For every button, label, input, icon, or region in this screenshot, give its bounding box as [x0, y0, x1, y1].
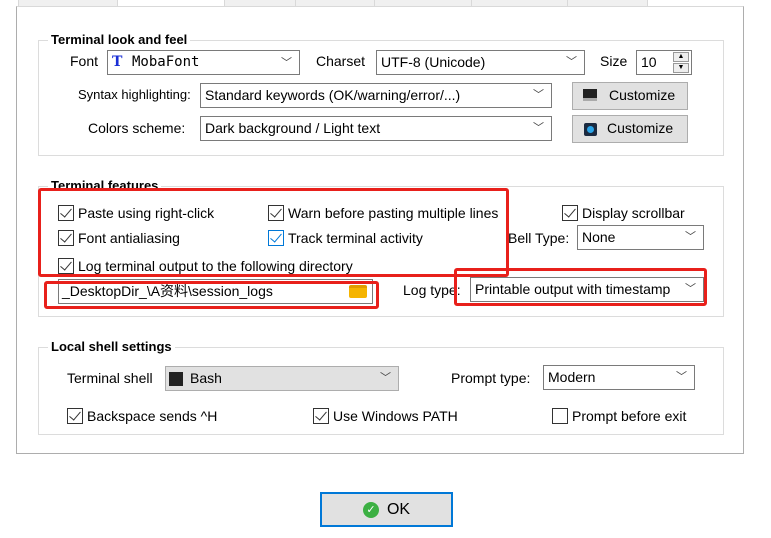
terminal-icon — [169, 372, 183, 386]
font-select[interactable]: T MobaFont ﹀ — [107, 50, 300, 75]
bell-type-label: Bell Type: — [508, 230, 570, 246]
syntax-value: Standard keywords (OK/warning/error/...) — [205, 87, 461, 103]
charset-label: Charset — [316, 53, 366, 69]
check-circle-icon: ✓ — [362, 501, 379, 518]
terminal-shell-select[interactable]: Bash ﹀ — [165, 366, 399, 391]
chevron-down-icon: ﹀ — [533, 122, 544, 134]
checkbox-unchecked-icon — [552, 408, 568, 424]
color-scheme-icon — [584, 123, 597, 136]
charset-select[interactable]: UTF-8 (Unicode) ﹀ — [376, 50, 585, 75]
spin-down-button[interactable]: ▼ — [673, 63, 689, 73]
checkbox-label: Use Windows PATH — [333, 408, 458, 424]
chevron-down-icon: ﹀ — [566, 56, 577, 68]
backspace-checkbox[interactable]: Backspace sends ^H — [67, 408, 217, 424]
checkbox-checked-icon — [67, 408, 83, 424]
chevron-down-icon: ﹀ — [676, 371, 687, 383]
font-icon: T — [112, 54, 123, 70]
button-label: Customize — [609, 87, 676, 103]
syntax-select[interactable]: Standard keywords (OK/warning/error/...)… — [200, 83, 552, 108]
checkbox-checked-icon — [562, 205, 578, 221]
chevron-down-icon: ﹀ — [281, 56, 292, 69]
checkbox-label: Display scrollbar — [582, 205, 685, 221]
prompt-type-value: Modern — [548, 369, 596, 385]
prompt-type-select[interactable]: Modern ﹀ — [543, 365, 695, 390]
prompt-type-label: Prompt type: — [451, 370, 531, 386]
log-type-label: Log type: — [403, 282, 461, 298]
colors-label: Colors scheme: — [88, 120, 186, 136]
size-input[interactable]: 10 ▲ ▼ — [636, 50, 692, 75]
customize-syntax-button[interactable]: Customize — [572, 82, 688, 110]
font-label: Font — [70, 53, 99, 69]
display-scrollbar-checkbox[interactable]: Display scrollbar — [562, 205, 685, 221]
windows-path-checkbox[interactable]: Use Windows PATH — [313, 408, 458, 424]
highlight-box — [38, 188, 509, 277]
highlight-box — [454, 268, 707, 306]
bell-type-value: None — [582, 229, 616, 245]
colors-value: Dark background / Light text — [205, 120, 381, 136]
bell-type-select[interactable]: None ﹀ — [577, 225, 704, 250]
highlight-box — [44, 281, 379, 309]
font-value: MobaFont — [132, 54, 200, 70]
chevron-down-icon: ﹀ — [685, 231, 696, 243]
prompt-before-exit-checkbox[interactable]: Prompt before exit — [552, 408, 686, 424]
ok-button[interactable]: ✓ OK — [320, 492, 453, 527]
checkbox-label: Backspace sends ^H — [87, 408, 218, 424]
button-label: Customize — [607, 120, 674, 136]
palette-icon — [583, 89, 597, 101]
group-title: Local shell settings — [48, 339, 175, 355]
group-title: Terminal look and feel — [48, 32, 191, 48]
customize-colors-button[interactable]: Customize — [572, 115, 688, 143]
chevron-down-icon: ﹀ — [380, 372, 391, 384]
ok-label: OK — [386, 500, 411, 518]
terminal-shell-value: Bash — [190, 370, 222, 386]
checkbox-label: Prompt before exit — [572, 408, 687, 424]
size-label: Size — [600, 53, 628, 69]
spin-up-button[interactable]: ▲ — [673, 52, 689, 62]
charset-value: UTF-8 (Unicode) — [381, 54, 486, 70]
chevron-down-icon: ﹀ — [533, 89, 544, 101]
syntax-label: Syntax highlighting: — [78, 87, 191, 102]
terminal-shell-label: Terminal shell — [67, 370, 153, 386]
colors-select[interactable]: Dark background / Light text ﹀ — [200, 116, 552, 141]
checkbox-checked-icon — [313, 408, 329, 424]
size-value: 10 — [641, 54, 657, 70]
